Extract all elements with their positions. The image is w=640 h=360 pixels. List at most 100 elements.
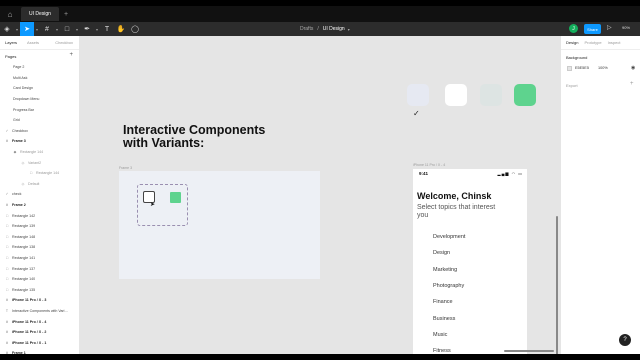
pen-tool-icon[interactable]: ✒ — [80, 22, 94, 36]
phone-frame-label[interactable]: iPhone 11 Pro / X - 4 — [413, 163, 445, 167]
topic-item[interactable]: Development — [433, 234, 465, 240]
color-swatch-1[interactable] — [407, 84, 429, 106]
topic-item[interactable]: Finance — [433, 299, 453, 305]
topic-item[interactable]: Design — [433, 250, 450, 256]
tab-layers[interactable]: Layers — [5, 40, 17, 45]
eye-icon[interactable]: ◉ — [631, 65, 635, 71]
frame-3[interactable]: ➤ — [119, 171, 320, 279]
background-hex[interactable]: E5E5E5 — [575, 66, 589, 70]
page-item[interactable]: Page 2 — [0, 62, 79, 73]
canvas[interactable]: ✓ Interactive Components with Variants: F… — [80, 36, 560, 354]
layer-label: Progress Bar — [13, 107, 34, 112]
canvas-heading[interactable]: Interactive Components with Variants: — [123, 124, 265, 150]
layer-type-icon: □ — [5, 277, 9, 282]
vertical-scrollbar[interactable] — [556, 216, 558, 354]
page-item[interactable]: Card Design — [0, 83, 79, 94]
layer-item[interactable]: # Frame 2 — [0, 200, 79, 211]
layer-label: Rectangle 137 — [12, 266, 36, 271]
layer-item[interactable]: □ Rectangle 140 — [0, 274, 79, 285]
checkbox-variant2[interactable] — [170, 192, 181, 203]
chevron-down-icon[interactable]: ▾ — [348, 27, 350, 32]
topic-item[interactable]: Photography — [433, 283, 464, 289]
hand-tool-icon[interactable]: ✋ — [114, 22, 128, 36]
layer-type-icon: ✓ — [5, 192, 9, 197]
export-label: Export — [566, 83, 578, 88]
layer-item[interactable]: # iPhone 11 Pro / X - 3 — [0, 295, 79, 306]
layers-panel: Layers Assets Checkbox Pages + Page 2 Mul… — [0, 36, 80, 354]
color-swatch-3[interactable] — [480, 84, 502, 106]
layer-item[interactable]: ✓ check — [0, 189, 79, 200]
component-set[interactable]: ➤ — [137, 184, 188, 226]
background-opacity[interactable]: 100% — [598, 66, 608, 70]
main-menu-icon[interactable]: ◈ — [0, 22, 14, 36]
topic-item[interactable]: Marketing — [433, 267, 457, 273]
share-button[interactable]: Share — [584, 24, 601, 34]
add-page-icon[interactable]: + — [69, 52, 73, 58]
color-swatch-2[interactable] — [445, 84, 467, 106]
welcome-subtitle: Select topics that interest you — [417, 204, 496, 219]
move-tool-icon[interactable]: ➤ — [20, 22, 34, 36]
tab-prototype[interactable]: Prototype — [584, 40, 601, 45]
layer-item[interactable]: # iPhone 11 Pro / X - 4 — [0, 316, 79, 327]
status-time: 9:41 — [419, 171, 429, 176]
layer-item[interactable]: ◇ Variant2 — [0, 157, 79, 168]
file-name[interactable]: UI Design — [323, 26, 345, 32]
file-tab[interactable]: UI Design — [21, 7, 59, 21]
pages-header: Pages + — [0, 50, 79, 62]
comment-tool-icon[interactable]: ◯ — [128, 22, 142, 36]
page-item[interactable]: Dropdown Menu — [0, 94, 79, 105]
layer-item[interactable]: □ Rectangle 138 — [0, 242, 79, 253]
layer-type-icon: □ — [29, 171, 33, 176]
layer-label: Rectangle 140 — [12, 277, 36, 282]
background-swatch[interactable] — [567, 66, 572, 71]
layer-label: Dropdown Menu — [13, 97, 40, 102]
page-item[interactable]: Progress Bar — [0, 104, 79, 115]
layer-label: Rectangle 139 — [12, 224, 36, 229]
new-tab-icon[interactable]: + — [64, 11, 68, 18]
present-icon[interactable]: ▷ — [607, 24, 612, 31]
home-icon[interactable]: ⌂ — [3, 7, 17, 21]
layer-item[interactable]: □ Rectangle 141 — [0, 253, 79, 264]
layer-item[interactable]: ◆ Rectangle 144 — [0, 147, 79, 158]
horizontal-scrollbar[interactable] — [504, 350, 554, 352]
page-selector[interactable]: Checkbox — [55, 40, 73, 45]
layer-type-icon: # — [6, 203, 8, 208]
layer-item[interactable]: # Frame 3 — [0, 136, 79, 147]
layer-item[interactable]: # iPhone 11 Pro / X - 2 — [0, 327, 79, 338]
help-button[interactable]: ? — [619, 334, 631, 346]
layer-item[interactable]: □ Rectangle 142 — [0, 210, 79, 221]
topic-item[interactable]: Music — [433, 332, 447, 338]
status-icons: ▂▄▆ ◠ ▭ — [497, 171, 523, 176]
tab-design[interactable]: Design — [566, 40, 578, 45]
layer-item[interactable]: ◇ Default — [0, 179, 79, 190]
topic-item[interactable]: Business — [433, 316, 455, 322]
phone-frame[interactable]: 9:41 ▂▄▆ ◠ ▭ Welcome, Chinsk Select topi… — [413, 169, 527, 354]
layer-label: Page 2 — [13, 65, 25, 70]
text-tool-icon[interactable]: T — [100, 22, 114, 36]
add-export-icon[interactable]: + — [630, 81, 634, 87]
page-item[interactable]: Multi Ask — [0, 73, 79, 84]
zoom-level[interactable]: 90% — [622, 25, 630, 30]
frame-tool-icon[interactable]: # — [40, 22, 54, 36]
layer-label: Rectangle 144 — [36, 171, 60, 176]
tab-assets[interactable]: Assets — [27, 40, 39, 45]
layer-item[interactable]: □ Rectangle 135 — [0, 284, 79, 295]
layer-label: Checkbox — [12, 128, 28, 133]
avatar[interactable]: J — [569, 24, 578, 33]
layer-item[interactable]: # iPhone 11 Pro / X - 1 — [0, 337, 79, 348]
breadcrumb-drafts[interactable]: Drafts — [300, 26, 313, 32]
tab-inspect[interactable]: Inspect — [608, 40, 621, 45]
frame3-label[interactable]: Frame 3 — [119, 166, 132, 170]
layer-item[interactable]: □ Rectangle 139 — [0, 221, 79, 232]
color-swatch-4[interactable] — [514, 84, 536, 106]
layer-item[interactable]: □ Rectangle 148 — [0, 232, 79, 243]
layer-label: Rectangle 144 — [20, 150, 44, 155]
layer-label: Interactive Components with Vari… — [12, 308, 69, 313]
page-item[interactable]: Grid — [0, 115, 79, 126]
layer-item[interactable]: □ Rectangle 144 — [0, 168, 79, 179]
layer-item[interactable]: T Interactive Components with Vari… — [0, 306, 79, 317]
layer-item[interactable]: □ Rectangle 137 — [0, 263, 79, 274]
layer-label: Frame 3 — [12, 139, 26, 144]
layer-item[interactable]: ✓ Checkbox — [0, 126, 79, 137]
shape-tool-icon[interactable]: □ — [60, 22, 74, 36]
